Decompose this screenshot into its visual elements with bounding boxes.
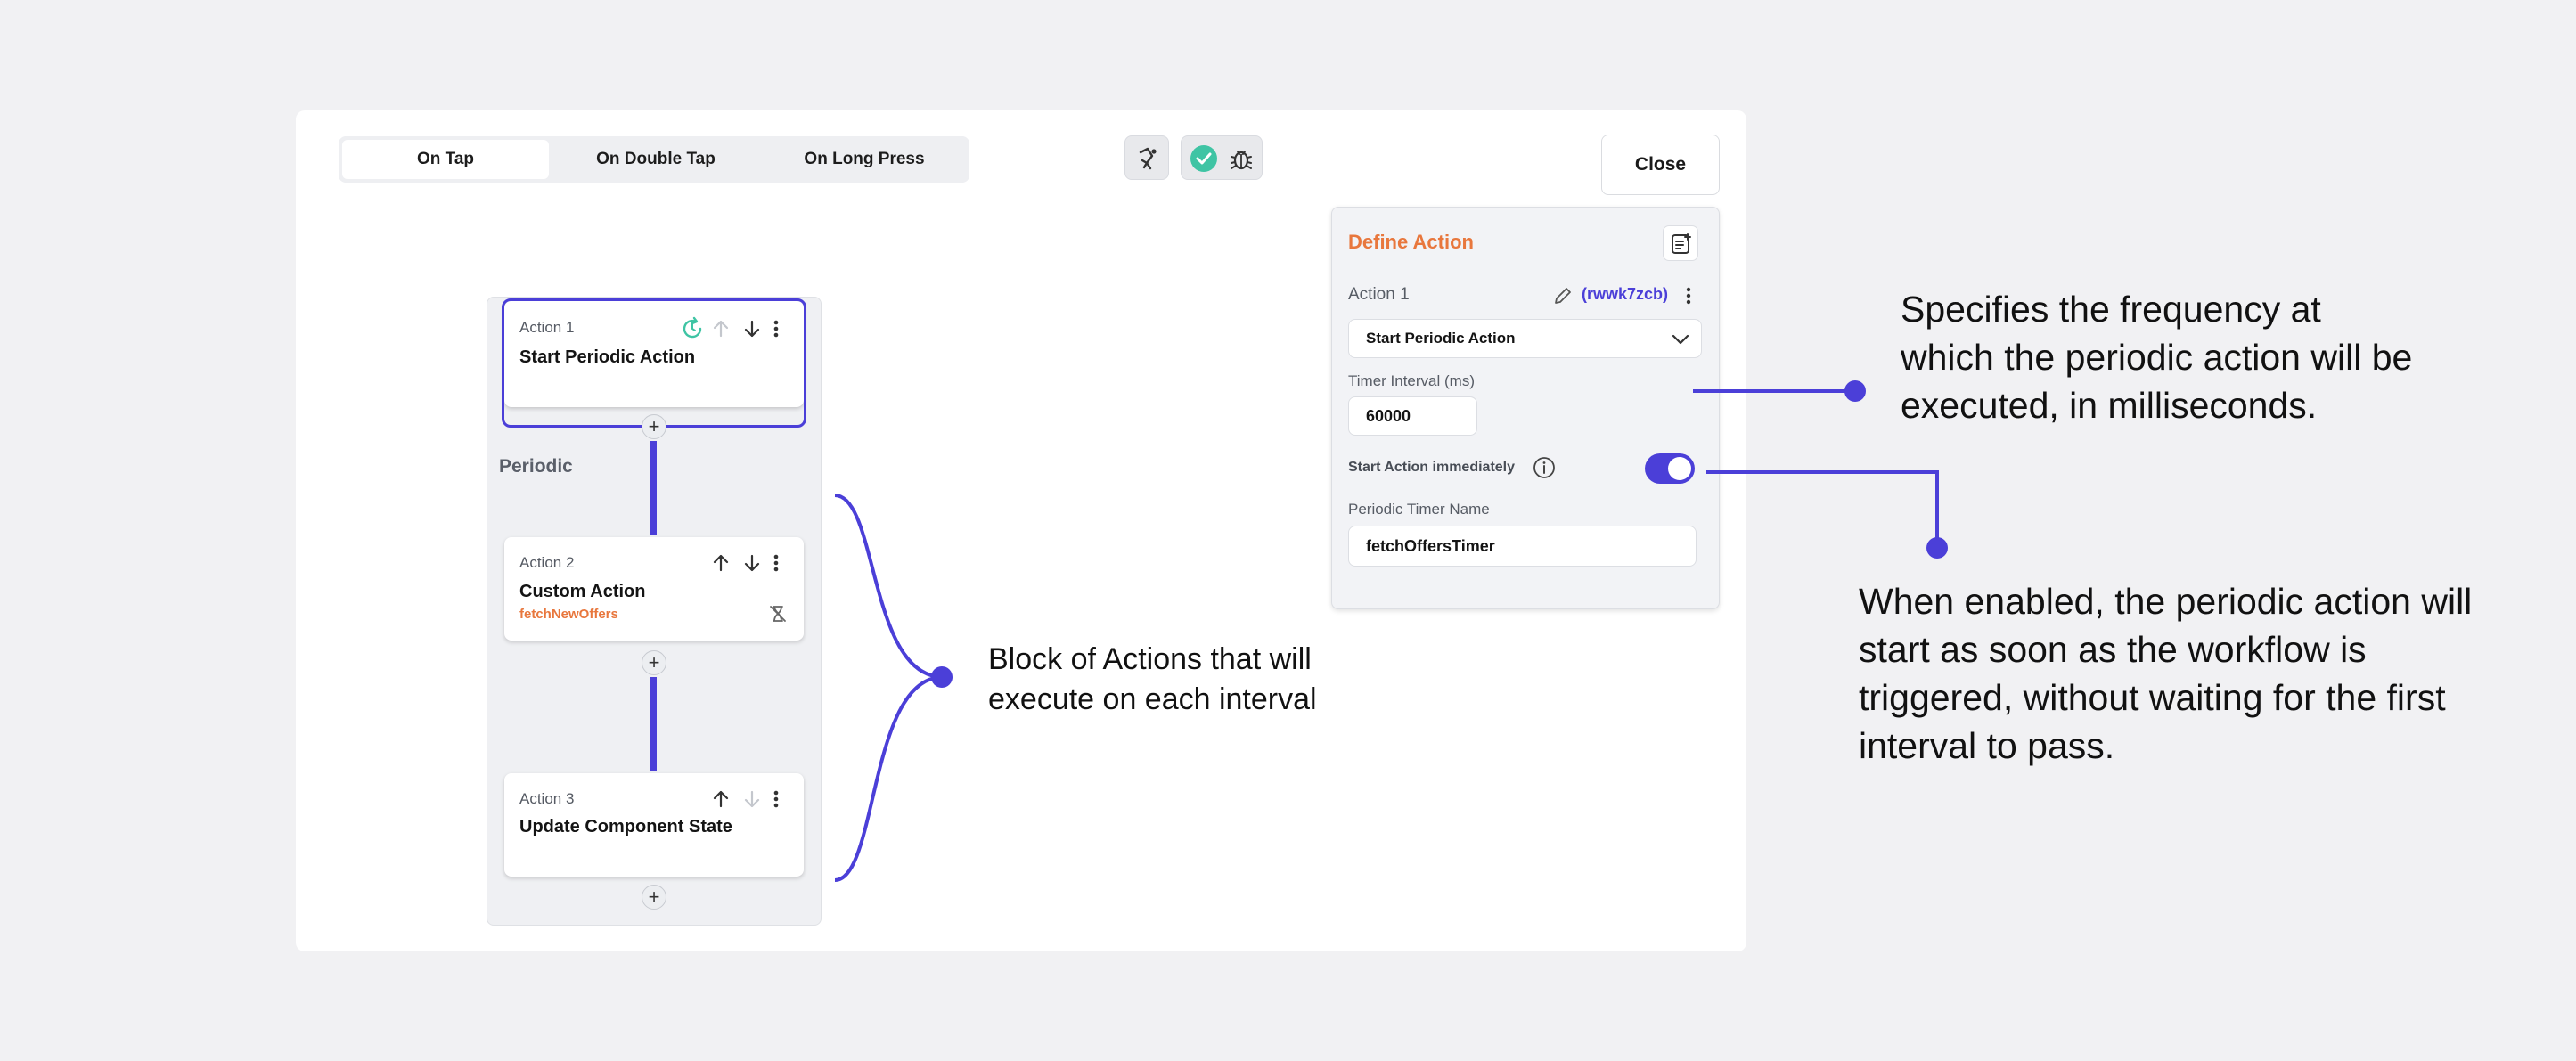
annotation-block: Block of Actions that will execute on ea…: [988, 642, 1317, 716]
annotation-immediate: When enabled, the periodic action will s…: [1859, 581, 2473, 766]
annotation-frequency: Specifies the frequency at which the per…: [1901, 289, 2413, 426]
annotation-connectors: [834, 380, 1948, 882]
